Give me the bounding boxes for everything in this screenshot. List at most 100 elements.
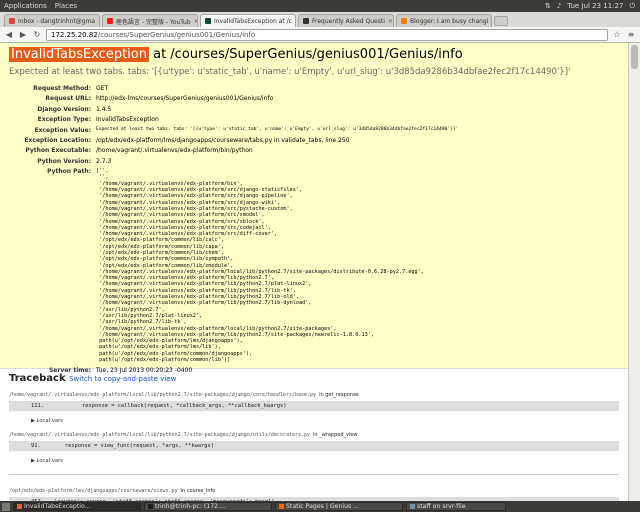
places-menu[interactable]: Places — [51, 2, 81, 10]
close-icon[interactable]: × — [491, 18, 492, 25]
meta-key: Exception Value: — [34, 126, 91, 134]
url-path: /courses/SuperGenius/genius001/Genius/in… — [97, 30, 256, 39]
url-host: 172.25.20.82 — [51, 30, 98, 39]
frame-file: /opt/edx/edx-platform/lms/djangoapps/cou… — [9, 488, 619, 494]
back-icon[interactable]: ◀ — [4, 30, 14, 39]
traceback-frame: /home/vagrant/.virtualenvs/edx-platform/… — [9, 392, 619, 424]
python-path-value: ['', '', '/home/vagrant/.virtualenvs/edx… — [96, 168, 424, 364]
browser-tab[interactable]: Blogger: I am busy changi× — [396, 14, 492, 27]
frame-file: /home/vagrant/.virtualenvs/edx-platform/… — [9, 392, 619, 398]
menu-icon[interactable]: ≡ — [626, 30, 636, 39]
meta-value: /home/vagrant/.virtualenvs/edx-platform/… — [96, 147, 253, 155]
exception-message: Expected at least two tabs. tabs: '[{u't… — [9, 67, 571, 77]
close-icon[interactable]: × — [98, 18, 99, 25]
frame-func: in course_info — [180, 488, 216, 494]
tab-label: Frequently Asked Questi — [312, 17, 385, 25]
volume-icon[interactable]: ♪ — [557, 2, 561, 10]
browser-tab[interactable]: InvalidTabsException at /c× — [200, 14, 296, 27]
clock[interactable]: Tue Jul 23 11:27 — [567, 2, 623, 10]
meta-value: 2.7.3 — [96, 157, 112, 165]
close-icon[interactable]: × — [295, 18, 296, 25]
code-line[interactable]: 91. response = view_func(request, *args, … — [9, 441, 619, 451]
meta-key: Django Version: — [37, 105, 91, 113]
line-number: 111. — [31, 403, 44, 409]
frame-func: in _wrapped_view — [313, 432, 358, 438]
forward-icon[interactable]: ▶ — [18, 30, 28, 39]
browser-tab[interactable]: 極色語言 - 完整版 - YouTub× — [102, 14, 198, 27]
favicon-icon — [9, 18, 15, 24]
meta-key: Python Version: — [37, 157, 91, 165]
traceback-title: Traceback Switch to copy-and-paste view — [9, 373, 619, 384]
applications-menu[interactable]: Applications — [0, 2, 51, 10]
taskbar-label: Static Pages | Genius ... — [286, 503, 360, 510]
app-icon — [410, 504, 415, 509]
tab-label: InvalidTabsException at /c — [214, 17, 292, 25]
navigation-bar: ◀ ▶ ↻ 172.25.20.82/courses/SuperGenius/g… — [0, 27, 640, 43]
show-desktop-icon[interactable] — [2, 502, 10, 511]
meta-key: Request Method: — [33, 85, 91, 92]
favicon-icon — [107, 18, 113, 24]
code-line[interactable]: 111. response = callback(request, *callba… — [9, 401, 619, 411]
power-icon[interactable]: ⏻ — [629, 2, 635, 11]
network-icon[interactable]: ⇅ — [545, 2, 551, 10]
meta-key: Request URL: — [45, 95, 91, 103]
request-meta-table: Request Method: GET Request URL: http://edx… — [9, 85, 619, 374]
favicon-icon — [205, 18, 211, 24]
meta-key: Exception Type: — [37, 116, 91, 124]
taskbar-label: InvalidTabsExceptio... — [24, 503, 91, 510]
exception-type-highlight: InvalidTabsException — [9, 47, 149, 62]
taskbar-item[interactable]: trinh@trinh-pc: (172.... — [144, 502, 272, 511]
meta-value: /opt/edx/edx-platform/lms/djangoapps/cou… — [96, 136, 350, 144]
meta-key: Exception Location: — [24, 136, 91, 144]
app-icon — [279, 504, 284, 509]
scrollbar-thumb[interactable] — [631, 45, 638, 69]
meta-value: 1.4.5 — [96, 105, 112, 113]
page-content: InvalidTabsException at /courses/SuperGe… — [0, 43, 628, 501]
browser-tab[interactable]: Frequently Asked Questi × — [298, 14, 394, 27]
frame-func: in get_response — [319, 392, 359, 398]
taskbar-item[interactable]: Static Pages | Genius ... — [275, 502, 403, 511]
system-top-panel: Applications Places ⇅ ♪ Tue Jul 23 11:27… — [0, 0, 640, 12]
code-text: response = callback(request, *callback_a… — [81, 403, 287, 409]
app-icon — [148, 504, 153, 509]
meta-value: InvalidTabsException — [96, 116, 159, 124]
star-icon[interactable]: ☆ — [612, 30, 622, 39]
tab-label: Inbox - dangtrinhnt@gma — [18, 17, 96, 25]
traceback-heading: Traceback — [9, 373, 66, 384]
favicon-icon — [401, 18, 407, 24]
tab-strip: Inbox - dangtrinhnt@gma×極色語言 - 完整版 - You… — [0, 12, 640, 27]
new-tab-button[interactable] — [494, 16, 508, 26]
taskbar-label: staff on srvr-file — [417, 503, 466, 510]
error-summary: InvalidTabsException at /courses/SuperGe… — [0, 43, 628, 374]
local-vars-toggle[interactable]: ▶ Local vars — [31, 418, 619, 424]
close-icon[interactable]: × — [194, 18, 197, 25]
title-rest: at /courses/SuperGenius/genius001/Genius… — [148, 47, 463, 62]
local-vars-toggle[interactable]: ▶ Local vars — [31, 458, 619, 464]
frame-file: /home/vagrant/.virtualenvs/edx-platform/… — [9, 432, 619, 438]
meta-value: GET — [96, 85, 109, 92]
favicon-icon — [303, 18, 309, 24]
reload-icon[interactable]: ↻ — [32, 30, 42, 39]
app-icon — [17, 504, 22, 509]
vertical-scrollbar[interactable] — [628, 43, 640, 501]
meta-value: http://edx-lms/courses/SuperGenius/geniu… — [96, 95, 274, 103]
code-text: response = view_func(request, *args, **k… — [64, 443, 215, 449]
taskbar-label: trinh@trinh-pc: (172.... — [155, 503, 226, 510]
taskbar: InvalidTabsExceptio... trinh@trinh-pc: (1… — [0, 501, 640, 512]
tab-label: 極色語言 - 完整版 - YouTub — [116, 18, 191, 26]
traceback-frame: /opt/edx/edx-platform/lms/djangoapps/cou… — [9, 474, 619, 501]
taskbar-item[interactable]: InvalidTabsExceptio... — [13, 502, 141, 511]
traceback-frame: /home/vagrant/.virtualenvs/edx-platform/… — [9, 432, 619, 464]
taskbar-item[interactable]: staff on srvr-file — [406, 502, 506, 511]
switch-view-link[interactable]: Switch to copy-and-paste view — [69, 375, 176, 383]
meta-key: Python Path: — [47, 168, 91, 176]
line-number: 91. — [31, 443, 41, 449]
frame-path: /opt/edx/edx-platform/lms/djangoapps/cou… — [9, 488, 178, 494]
browser-tab[interactable]: Inbox - dangtrinhnt@gma× — [4, 14, 100, 27]
address-bar[interactable]: 172.25.20.82/courses/SuperGenius/genius0… — [46, 28, 608, 41]
close-icon[interactable]: × — [388, 18, 393, 25]
traceback-frames: /home/vagrant/.virtualenvs/edx-platform/… — [9, 392, 619, 501]
meta-key: Python Executable: — [25, 147, 91, 155]
tab-label: Blogger: I am busy changi — [410, 17, 489, 25]
traceback-section: Traceback Switch to copy-and-paste view … — [0, 369, 628, 501]
